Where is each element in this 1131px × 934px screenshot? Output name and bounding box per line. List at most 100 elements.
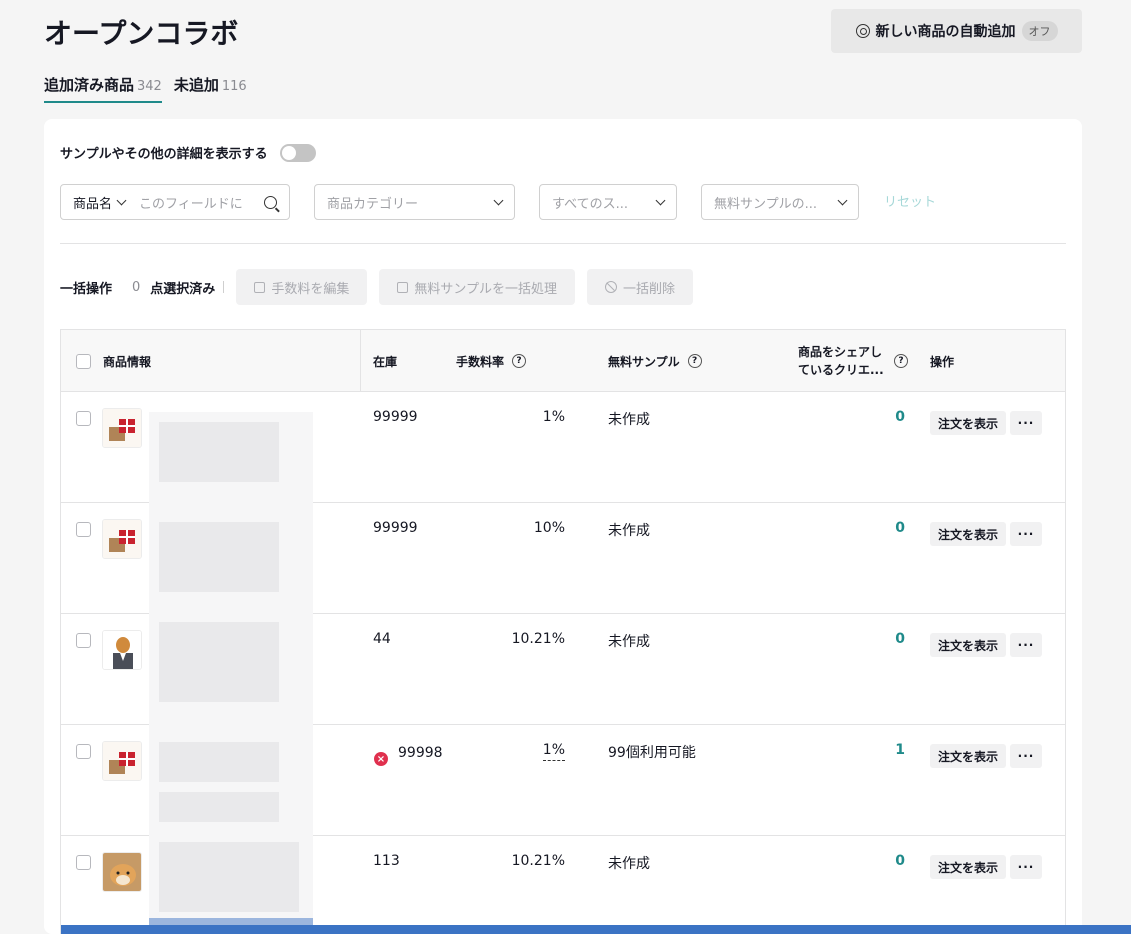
header-product: 商品情報 [103,354,152,369]
sample-status: 未作成 [608,412,650,428]
search-input[interactable]: このフィールドに [139,193,258,212]
chevron-down-icon [655,195,666,205]
table-header: 商品情報 在庫 手数料率 ? 無料サンプル ? 商品をシェアしているクリエ...… [61,330,1065,392]
view-orders-button[interactable]: 注文を表示 [930,855,1007,879]
chevron-down-icon [493,195,504,205]
sample-select-label: 無料サンプルの... [714,196,818,212]
stock-value: 99998 [398,745,443,761]
more-options-button[interactable]: ··· [1010,411,1042,435]
category-select[interactable]: 商品カテゴリー [314,184,515,220]
tab-added-products[interactable]: 追加済み商品 342 [44,74,162,103]
header-sample: 無料サンプル ? [608,330,702,392]
help-icon[interactable]: ? [894,354,908,368]
edit-commission-label: 手数料を編集 [271,281,350,297]
row-checkbox[interactable] [76,855,91,870]
auto-add-label: 新しい商品の自動追加 [875,24,1016,40]
edit-commission-button[interactable]: 手数料を編集 [236,269,368,305]
gift-image [103,409,141,447]
edit-icon [254,281,266,293]
stock-value: 99999 [373,520,418,536]
ban-icon [604,281,617,293]
bottom-bar [61,925,1131,934]
sample-status: 99個利用可能 [608,745,696,761]
more-options-button[interactable]: ··· [1010,744,1042,768]
row-checkbox[interactable] [76,744,91,759]
rate-value: 10% [533,520,565,536]
page-title: オープンコラボ [44,17,239,50]
page: オープンコラボ 新しい商品の自動追加 オフ 追加済み商品 342 未追加 116… [0,0,1131,934]
sample-select[interactable]: 無料サンプルの... [701,184,859,220]
chevron-down-icon [837,195,848,205]
header-stock: 在庫 [373,354,398,369]
rate-value: 10.21% [511,853,565,869]
gear-icon [855,24,870,38]
bulk-sample-button[interactable]: 無料サンプルを一括処理 [379,269,575,305]
rate-value: 1% [542,409,565,425]
divider [60,243,1066,244]
select-all-checkbox[interactable] [76,353,91,369]
product-thumbnail [102,519,142,559]
view-orders-button[interactable]: 注文を表示 [930,522,1007,546]
row-checkbox[interactable] [76,633,91,648]
status-select[interactable]: すべてのス... [539,184,677,220]
category-select-label: 商品カテゴリー [327,196,419,212]
select-all-cell [76,330,91,392]
selected-label: 点選択済み [150,281,216,297]
creator-count-link[interactable]: 0 [861,853,905,869]
filter-bar: 商品名 このフィールドに 商品カテゴリー すべてのス... 無料サンプルの...… [60,184,1066,220]
tab-label: 追加済み商品 [44,76,135,94]
shiba-image [103,853,141,891]
rate-value: 10.21% [511,631,565,647]
bulk-sample-label: 無料サンプルを一括処理 [414,281,557,297]
gift-image [103,520,141,558]
search-field-select[interactable]: 商品名 [73,193,127,212]
tab-not-added[interactable]: 未追加 116 [174,74,247,103]
more-options-button[interactable]: ··· [1010,522,1042,546]
creator-count-link[interactable]: 0 [861,409,905,425]
help-icon[interactable]: ? [687,354,702,368]
divider [223,281,225,293]
bulk-actions-bar: 一括操作 0 点選択済み 手数料を編集 無料サンプルを一括処理 一括削除 [60,269,1066,305]
edit-icon [397,281,409,293]
search-field-select-label: 商品名 [73,196,113,212]
help-icon[interactable]: ? [512,354,527,368]
view-orders-button[interactable]: 注文を表示 [930,633,1007,657]
creator-count-link[interactable]: 0 [861,520,905,536]
reset-button[interactable]: リセット [884,191,936,210]
gift-image [103,742,141,780]
auto-add-status-badge: オフ [1021,21,1058,41]
header-rate-label: 手数料率 [456,354,505,369]
creator-count-link[interactable]: 1 [861,742,905,758]
rate-value[interactable]: 1% [481,742,565,761]
more-options-button[interactable]: ··· [1010,855,1042,879]
creator-count-link[interactable]: 0 [861,631,905,647]
row-checkbox[interactable] [76,522,91,537]
bulk-label: 一括操作 [60,281,113,297]
redacted-product-names [149,412,313,928]
error-icon[interactable]: × [374,752,388,766]
product-thumbnail [102,741,142,781]
chevron-down-icon [116,195,127,205]
search-icon[interactable] [264,195,277,209]
row-checkbox[interactable] [76,411,91,426]
auto-add-button[interactable]: 新しい商品の自動追加 オフ [831,9,1082,53]
column-divider [360,330,361,392]
view-orders-button[interactable]: 注文を表示 [930,744,1007,768]
header-share-label: 商品をシェアしているクリエ... [798,345,884,377]
product-thumbnail [102,630,142,670]
stock-value: 113 [373,853,400,869]
bulk-delete-button[interactable]: 一括削除 [586,269,693,305]
product-search-field[interactable]: 商品名 このフィールドに [60,184,290,220]
stock-value: 99999 [373,409,418,425]
sample-status: 未作成 [608,523,650,539]
tab-count: 116 [221,79,247,94]
dog-suit-image [103,631,141,669]
header-actions: 操作 [930,354,955,369]
detail-toggle[interactable] [279,143,316,162]
header-rate: 手数料率 ? [456,330,527,392]
product-thumbnail [102,852,142,892]
bulk-delete-label: 一括削除 [622,281,675,297]
tabs: 追加済み商品 342 未追加 116 [44,74,247,103]
view-orders-button[interactable]: 注文を表示 [930,411,1007,435]
more-options-button[interactable]: ··· [1010,633,1042,657]
